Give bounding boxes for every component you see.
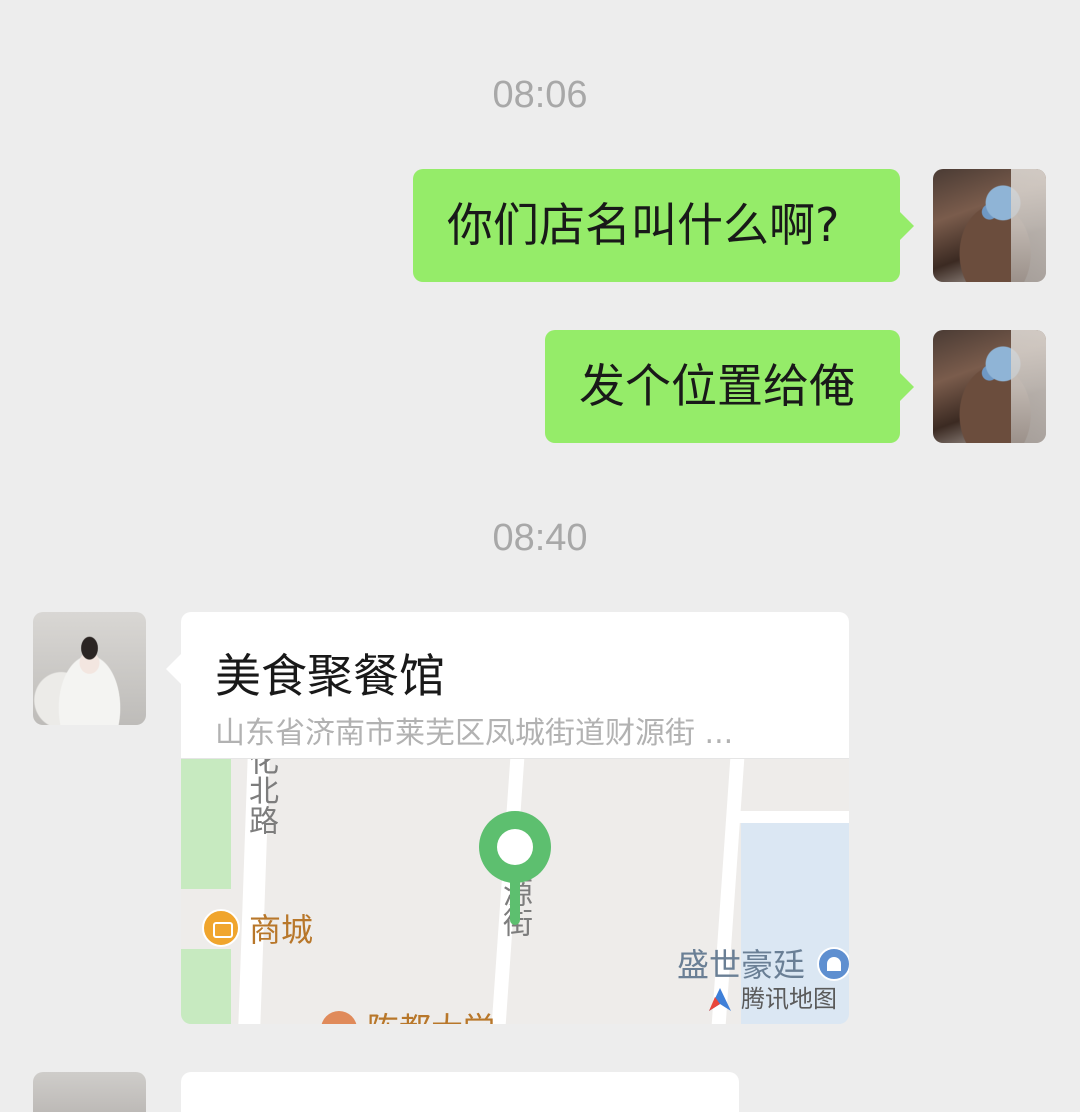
map-poi-label: 商城 [249, 911, 314, 949]
map-road-label: 化北路 [243, 758, 278, 835]
message-text: 你们店名叫什么啊? [447, 198, 840, 252]
map-park [181, 759, 231, 889]
message-bubble-self[interactable]: 发个位置给俺 [545, 330, 914, 443]
message-bubble-self[interactable]: 你们店名叫什么啊? [413, 169, 914, 282]
message-text: 发个位置给俺 [579, 359, 855, 413]
location-title: 美食聚餐馆 [215, 649, 445, 703]
map-poi-label: 盛世豪廷 [677, 946, 806, 984]
self-avatar[interactable] [933, 330, 1046, 443]
location-message-card[interactable]: 美食聚餐馆 山东省济南市莱芜区凤城街道财源街 ... 化北路 源街 商城 盛世豪… [166, 612, 849, 1024]
contact-avatar[interactable] [33, 612, 146, 725]
timestamp: 08:06 [492, 74, 588, 116]
message-bubble-other[interactable] [181, 1072, 739, 1112]
building-icon [817, 947, 849, 981]
map-park [181, 949, 231, 1024]
contact-avatar[interactable] [33, 1072, 146, 1112]
tencent-map-logo-icon [709, 988, 731, 1011]
map-poi-label: 陈都大学 [367, 1013, 495, 1024]
location-pin-icon [479, 811, 551, 926]
location-map-preview[interactable]: 化北路 源街 商城 盛世豪廷 陈都大学 腾讯地图 [181, 758, 849, 1024]
poi-marker-icon [321, 1011, 357, 1024]
map-provider-label: 腾讯地图 [741, 985, 837, 1013]
self-avatar[interactable] [933, 169, 1046, 282]
map-road [731, 811, 849, 823]
timestamp: 08:40 [492, 517, 588, 559]
shopping-bag-icon [202, 909, 240, 947]
location-address: 山东省济南市莱芜区凤城街道财源街 ... [215, 716, 734, 751]
